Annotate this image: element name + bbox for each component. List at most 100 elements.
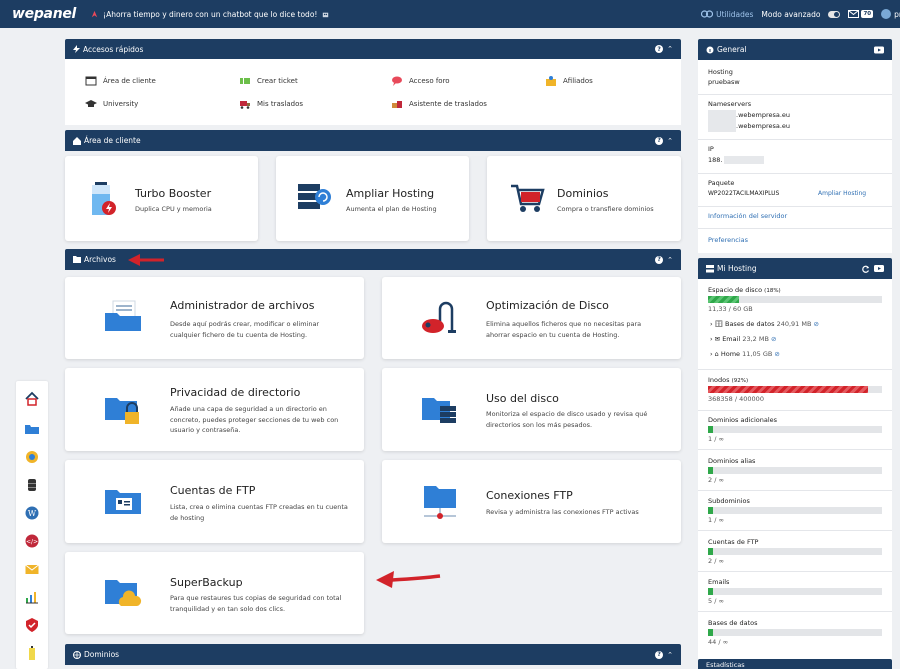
chevron-up-icon[interactable]: ⌃ (667, 137, 673, 145)
help-icon[interactable]: ? (655, 136, 664, 145)
info-icon (706, 46, 714, 53)
chevron-up-icon[interactable]: ⌃ (667, 651, 673, 659)
chevron-up-icon[interactable]: ⌃ (667, 256, 673, 264)
refresh-icon[interactable] (862, 265, 870, 273)
optimizacion-disco-card[interactable]: Optimización de Disco Elimina aquellos f… (382, 277, 681, 359)
file-folder-icon (105, 300, 141, 331)
preferencias-link[interactable]: Preferencias (708, 236, 748, 244)
email-usage-row[interactable]: › ✉ Email 23,2 MB ⊘ (710, 335, 776, 343)
folder-icon[interactable] (24, 421, 40, 437)
inodes-value: 368358 / 400000 (708, 395, 764, 403)
quick-access-label: Afiliados (563, 77, 593, 85)
cuentas-ftp-card[interactable]: Cuentas de FTP Lista, crea o elimina cue… (65, 460, 364, 543)
ticket-icon (240, 78, 250, 84)
dominios-title: Dominios (84, 650, 120, 659)
mi-hosting-header[interactable]: Mi Hosting (698, 258, 892, 279)
archivos-title: Archivos (84, 255, 116, 264)
stat-progress-fill (708, 547, 714, 555)
ampliar-hosting-link[interactable]: Ampliar Hosting (818, 190, 866, 197)
disk-label-text: Espacio de disco (708, 286, 763, 294)
wordpress-icon[interactable]: W (24, 505, 40, 521)
stat-label: Subdominios (708, 497, 750, 505)
link-icon: ⊘ (774, 350, 780, 358)
server-icon (706, 264, 714, 272)
administrador-archivos-card[interactable]: Administrador de archivos Desde aquí pod… (65, 277, 364, 359)
accesos-rapidos-title: Accesos rápidos (83, 44, 144, 54)
mail-button[interactable]: 70 (848, 10, 874, 18)
divider (698, 206, 892, 207)
utilidades-label: Utilidades (716, 9, 754, 19)
quick-access-label: University (103, 100, 139, 108)
stat-progress-bar (708, 547, 882, 555)
area-cliente-header[interactable]: Área de cliente ? ⌃ (65, 130, 681, 151)
estadisticas-header[interactable]: Estadísticas (698, 659, 892, 669)
ampliar-hosting-card[interactable]: Ampliar Hosting Aumenta el plan de Hosti… (276, 156, 469, 241)
modo-avanzado-label: Modo avanzado (761, 9, 821, 19)
stats-icon[interactable] (24, 589, 40, 605)
db-usage-row[interactable]: › 🗄 Bases de datos 240,91 MB ⊘ (710, 320, 819, 328)
user-menu[interactable]: pr (881, 9, 900, 19)
inodes-progress-bar (708, 386, 882, 393)
mail-count-badge: 70 (861, 10, 874, 18)
dominios-card[interactable]: Dominios Compra o transfiere dominios (487, 156, 681, 241)
video-icon[interactable] (874, 265, 884, 272)
quick-access-crear-ticket[interactable]: Crear ticket (239, 75, 298, 87)
database-icon[interactable] (24, 477, 40, 493)
nameserver-2: .webempresa.eu (736, 122, 791, 130)
quick-access-afiliados[interactable]: Afiliados (545, 75, 593, 87)
card-title: SuperBackup (170, 576, 243, 589)
quick-access-area-cliente[interactable]: Área de cliente (85, 75, 156, 87)
quick-access-acceso-foro[interactable]: Acceso foro (391, 75, 450, 87)
turbo-booster-card[interactable]: Turbo Booster Duplica CPU y memoria (65, 156, 258, 241)
hosting-value: pruebasw (708, 78, 740, 86)
quick-access-asistente-traslados[interactable]: Asistente de traslados (391, 98, 487, 110)
chevron-up-icon[interactable]: ⌃ (667, 45, 673, 53)
stat-value: 2 / ∞ (708, 475, 724, 484)
informacion-servidor-link[interactable]: Información del servidor (708, 212, 787, 220)
help-icon[interactable]: ? (655, 255, 664, 264)
red-arrow-annotation (376, 571, 441, 588)
disk-usage-icon (422, 398, 456, 423)
link-icon: ⊘ (813, 320, 819, 328)
disk-label: Espacio de disco (18%) (708, 286, 781, 294)
help-icon[interactable]: ? (655, 45, 664, 53)
bolt-icon (73, 45, 80, 53)
code-icon[interactable]: </> (24, 533, 40, 549)
wepanel-home-icon[interactable] (24, 391, 40, 407)
quick-access-university[interactable]: University (85, 98, 138, 110)
battery-icon[interactable] (24, 645, 40, 661)
help-icon[interactable]: ? (655, 650, 664, 659)
conexiones-ftp-card[interactable]: Conexiones FTP Revisa y administra las c… (382, 460, 681, 543)
cloud-folder-icon (105, 580, 142, 606)
top-navbar: wepanel ¡Ahorra tiempo y dinero con un c… (0, 0, 900, 28)
utilidades-link[interactable]: Utilidades (701, 10, 753, 19)
quick-access-mis-traslados[interactable]: Mis traslados (239, 98, 303, 110)
video-icon[interactable] (874, 46, 884, 53)
divider (698, 94, 892, 95)
card-description: Lista, crea o elimina cuentas FTP creada… (170, 503, 348, 522)
wepanel-logo[interactable]: wepanel (12, 6, 76, 22)
card-description: Desde aquí podrás crear, modificar o eli… (170, 320, 320, 339)
chatbot-promo[interactable]: ¡Ahorra tiempo y dinero con un chatbot q… (90, 10, 330, 19)
shield-icon[interactable] (24, 617, 40, 633)
home-icon (73, 136, 81, 145)
paquete-label: Paquete (708, 179, 735, 187)
stat-label: Emails (708, 578, 730, 586)
ip-label: IP (708, 145, 714, 153)
superbackup-card[interactable]: SuperBackup Para que restaures tus copia… (65, 552, 364, 634)
divider (698, 449, 892, 450)
svg-text:</>: </> (26, 539, 38, 546)
stat-progress-fill (708, 507, 714, 514)
mail-icon[interactable] (24, 561, 40, 577)
globe-icon[interactable] (24, 449, 40, 465)
dominios-header[interactable]: Dominios ? ⌃ (65, 644, 681, 665)
stat-label: Dominios alias (708, 456, 756, 465)
stat-label: Dominios adicionales (708, 416, 778, 424)
accesos-rapidos-header[interactable]: Accesos rápidos ? ⌃ (65, 39, 681, 59)
modo-avanzado-toggle[interactable] (828, 10, 841, 18)
general-header[interactable]: General (698, 39, 892, 60)
uso-disco-card[interactable]: Uso del disco Monitoriza el espacio de d… (382, 368, 681, 451)
privacidad-directorio-card[interactable]: Privacidad de directorio Añade una capa … (65, 368, 364, 451)
home-usage-row[interactable]: › ⌂ Home 11,05 GB ⊘ (710, 350, 780, 358)
card-description: Para que restaures tus copias de segurid… (170, 594, 342, 613)
